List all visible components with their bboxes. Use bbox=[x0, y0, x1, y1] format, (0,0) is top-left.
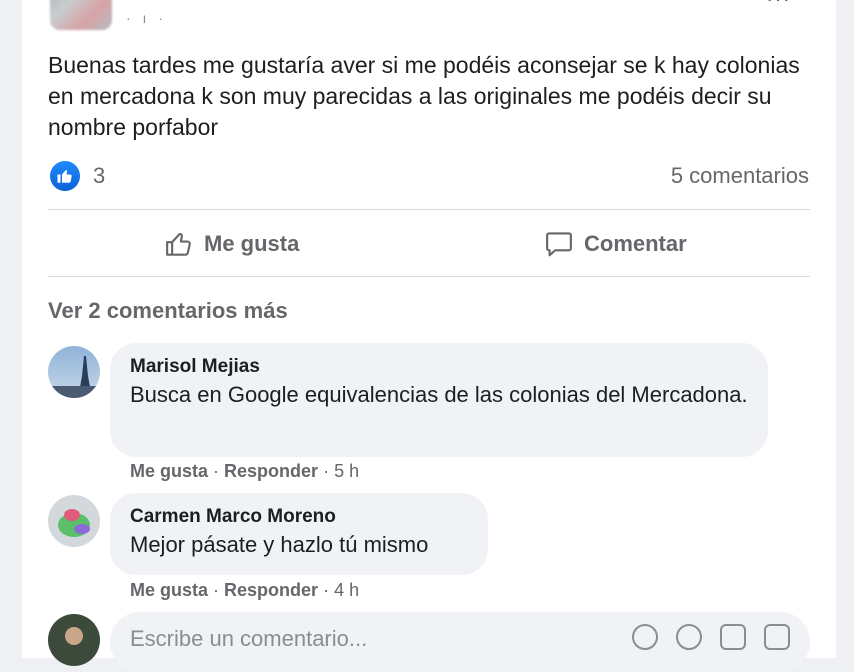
post-meta: · ı · bbox=[126, 10, 167, 26]
like-button-label: Me gusta bbox=[204, 231, 300, 256]
thumbs-up-icon bbox=[57, 170, 72, 183]
divider bbox=[48, 276, 810, 277]
comment-author[interactable]: Carmen Marco Moreno bbox=[130, 505, 468, 529]
comment-avatar[interactable] bbox=[48, 495, 100, 547]
comment-time: 4 h bbox=[334, 580, 360, 600]
reaction-count[interactable]: 3 bbox=[93, 163, 105, 189]
like-button[interactable]: Me gusta bbox=[164, 226, 299, 262]
comment-bubble-icon bbox=[546, 232, 572, 257]
emoji-icon[interactable] bbox=[632, 624, 658, 650]
current-user-avatar[interactable] bbox=[48, 614, 100, 666]
comment-like-link[interactable]: Me gusta bbox=[130, 580, 208, 600]
gif-icon[interactable] bbox=[720, 624, 746, 650]
comment-actions: Me gusta · Responder · 4 h bbox=[130, 580, 360, 600]
like-reaction-icon[interactable] bbox=[50, 161, 80, 191]
comment-reply-link[interactable]: Responder bbox=[224, 580, 318, 600]
avatar-photo-eiffel bbox=[48, 346, 100, 398]
post-author-avatar[interactable] bbox=[50, 0, 112, 30]
camera-icon[interactable] bbox=[676, 624, 702, 650]
comment-author[interactable]: Marisol Mejias bbox=[130, 355, 748, 379]
comment-time: 5 h bbox=[334, 461, 360, 481]
avatar-photo-user bbox=[48, 614, 100, 666]
comment-like-link[interactable]: Me gusta bbox=[130, 461, 208, 481]
view-more-comments-link[interactable]: Ver 2 comentarios más bbox=[48, 298, 288, 324]
comment-avatar[interactable] bbox=[48, 346, 100, 398]
comment-text: Mejor pásate y hazlo tú mismo bbox=[130, 532, 429, 557]
comment-reply-link[interactable]: Responder bbox=[224, 461, 318, 481]
comment-button[interactable]: Comentar bbox=[544, 226, 687, 262]
comment-bubble: Carmen Marco Moreno Mejor pásate y hazlo… bbox=[110, 493, 488, 575]
comment-text: Busca en Google equivalencias de las col… bbox=[130, 382, 748, 407]
comment-bubble: Marisol Mejias Busca en Google equivalen… bbox=[110, 343, 768, 457]
comment-actions: Me gusta · Responder · 5 h bbox=[130, 461, 360, 481]
thumbs-up-outline-icon bbox=[166, 232, 191, 256]
sticker-icon[interactable] bbox=[764, 624, 790, 650]
comment-button-label: Comentar bbox=[584, 231, 687, 256]
comment-tools bbox=[632, 624, 790, 650]
post-text: Buenas tardes me gustaría aver si me pod… bbox=[48, 52, 800, 140]
comments-count[interactable]: 5 comentarios bbox=[671, 163, 809, 189]
divider bbox=[48, 209, 810, 210]
write-comment-input[interactable]: Escribe un comentario... bbox=[110, 612, 810, 672]
more-options-icon[interactable]: ··· bbox=[766, 0, 791, 12]
write-comment-placeholder: Escribe un comentario... bbox=[130, 626, 368, 651]
avatar-photo-bird bbox=[48, 495, 100, 547]
